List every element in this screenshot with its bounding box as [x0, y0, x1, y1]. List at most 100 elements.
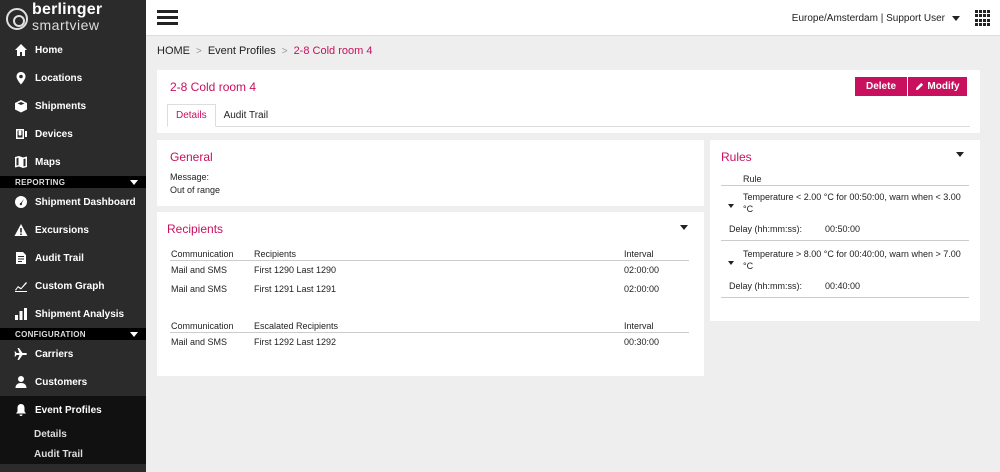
home-icon [13, 43, 29, 57]
general-title: General [170, 150, 213, 164]
map-icon [13, 155, 29, 169]
recipients-table: Communication Recipients Interval Mail a… [170, 247, 689, 299]
sidebar-item-excursions[interactable]: Excursions [0, 216, 146, 244]
divider [721, 240, 969, 241]
sidebar-item-label: Audit Trail [35, 252, 84, 264]
sidebar-item-label: Shipments [35, 100, 87, 112]
breadcrumb-separator-icon: > [196, 45, 202, 57]
sidebar-item-label: Locations [35, 72, 83, 84]
rules-header-row: Rule [721, 171, 969, 186]
sidebar-item-customers[interactable]: Customers [0, 368, 146, 396]
table-cell: 02:00:00 [624, 284, 660, 294]
sidebar-subitem-audit-trail[interactable]: Audit Trail [0, 444, 146, 464]
column-header: Escalated Recipients [254, 321, 339, 331]
delay-label: Delay (hh:mm:ss): [729, 224, 803, 234]
sidebar-item-label: Carriers [35, 348, 74, 360]
breadcrumb-home[interactable]: HOME [157, 45, 190, 57]
table-cell: 00:30:00 [624, 337, 660, 347]
rule-item: Temperature > 8.00 °C for 00:40:00, warn… [721, 248, 969, 298]
table-header-row: Communication Escalated Recipients Inter… [170, 319, 689, 333]
sidebar-item-carriers[interactable]: Carriers [0, 340, 146, 368]
tab-audit-trail[interactable]: Audit Trail [216, 104, 276, 126]
table-row: Mail and SMS First 1290 Last 1290 02:00:… [170, 261, 689, 280]
reporting-section-header[interactable]: REPORTING [0, 176, 146, 188]
bar-chart-icon [13, 307, 29, 321]
rules-title: Rules [721, 150, 752, 164]
sidebar-item-maps[interactable]: Maps [0, 148, 146, 176]
modify-button[interactable]: Modify [908, 77, 967, 96]
sidebar-item-label: Shipment Analysis [35, 308, 125, 320]
message-value: Out of range [170, 185, 221, 195]
delete-button[interactable]: Delete [855, 77, 907, 96]
message-label: Message: [170, 172, 210, 182]
configuration-section-header[interactable]: CONFIGURATION [0, 328, 146, 340]
sidebar-item-home[interactable]: Home [0, 36, 146, 64]
page-title: 2-8 Cold room 4 [170, 80, 257, 94]
document-icon [13, 251, 29, 265]
sidebar-item-event-profiles[interactable]: Event Profiles [0, 396, 146, 424]
divider [721, 297, 969, 298]
sidebar-item-shipment-analysis[interactable]: Shipment Analysis [0, 300, 146, 328]
table-row: Mail and SMS First 1292 Last 1292 00:30:… [170, 333, 689, 352]
sidebar-subitem-details[interactable]: Details [0, 424, 146, 444]
rule-text: Temperature > 8.00 °C for 00:40:00, warn… [743, 249, 961, 271]
recipients-title: Recipients [167, 222, 224, 236]
chevron-down-icon [130, 331, 138, 337]
user-menu[interactable]: Europe/Amsterdam | Support User [792, 13, 960, 24]
column-header: Recipients [254, 249, 297, 259]
delay-label: Delay (hh:mm:ss): [729, 281, 803, 291]
sidebar-item-custom-graph[interactable]: Custom Graph [0, 272, 146, 300]
column-header: Communication [171, 249, 234, 259]
sidebar-item-shipments[interactable]: Shipments [0, 92, 146, 120]
sidebar-item-label: Customers [35, 376, 88, 388]
table-cell: Mail and SMS [171, 265, 228, 275]
menu-icon[interactable] [157, 10, 178, 25]
logo[interactable]: berlinger smartview [0, 0, 146, 36]
chevron-down-icon [130, 179, 138, 185]
sidebar-item-label: Shipment Dashboard [35, 196, 136, 208]
table-cell: Mail and SMS [171, 284, 228, 294]
sidebar-item-label: Home [35, 44, 63, 56]
column-header: Rule [743, 174, 762, 184]
tab-details[interactable]: Details [167, 104, 216, 127]
box-icon [13, 99, 29, 113]
sidebar-item-label: Custom Graph [35, 280, 105, 292]
sidebar-item-devices[interactable]: Devices [0, 120, 146, 148]
tab-bar: Details Audit Trail [167, 104, 970, 127]
escalated-recipients-table: Communication Escalated Recipients Inter… [170, 319, 689, 352]
delete-button-label: Delete [865, 81, 896, 92]
plane-icon [13, 347, 29, 361]
profile-header-card: 2-8 Cold room 4 Delete Modify Details Au… [157, 70, 980, 133]
breadcrumb-event-profiles[interactable]: Event Profiles [208, 45, 276, 57]
sidebar-item-label: Excursions [35, 224, 89, 236]
bell-icon [13, 403, 29, 417]
rules-card: Rules Rule Temperature < 2.00 °C for 00:… [710, 140, 980, 321]
table-cell: First 1292 Last 1292 [254, 337, 337, 347]
caret-down-icon [952, 16, 960, 21]
expand-rule-icon[interactable] [728, 204, 734, 208]
pin-icon [13, 71, 29, 85]
top-bar: Europe/Amsterdam | Support User [146, 0, 1000, 36]
user-menu-label: Europe/Amsterdam | Support User [791, 13, 945, 24]
sidebar: berlinger smartview Home Locations Shipm… [0, 0, 146, 472]
pencil-icon [916, 82, 924, 91]
table-row: Mail and SMS First 1291 Last 1291 02:00:… [170, 280, 689, 299]
sidebar-item-shipment-dashboard[interactable]: Shipment Dashboard [0, 188, 146, 216]
user-icon [13, 375, 29, 389]
logo-eye-icon [6, 8, 28, 30]
apps-grid-icon[interactable] [975, 10, 991, 26]
device-icon [13, 127, 29, 141]
sidebar-item-audit-trail[interactable]: Audit Trail [0, 244, 146, 272]
sidebar-item-label: Event Profiles [35, 404, 102, 416]
section-label: CONFIGURATION [15, 329, 86, 339]
chart-icon [13, 279, 29, 293]
collapse-toggle-icon[interactable] [680, 225, 688, 230]
breadcrumb-current: 2-8 Cold room 4 [293, 45, 373, 57]
sidebar-item-locations[interactable]: Locations [0, 64, 146, 92]
rule-text: Temperature < 2.00 °C for 00:50:00, warn… [743, 192, 961, 214]
collapse-toggle-icon[interactable] [956, 152, 964, 157]
modify-button-label: Modify [927, 81, 960, 92]
recipients-card: Recipients Communication Recipients Inte… [157, 212, 704, 376]
delay-value: 00:40:00 [825, 281, 861, 291]
expand-rule-icon[interactable] [728, 261, 734, 265]
